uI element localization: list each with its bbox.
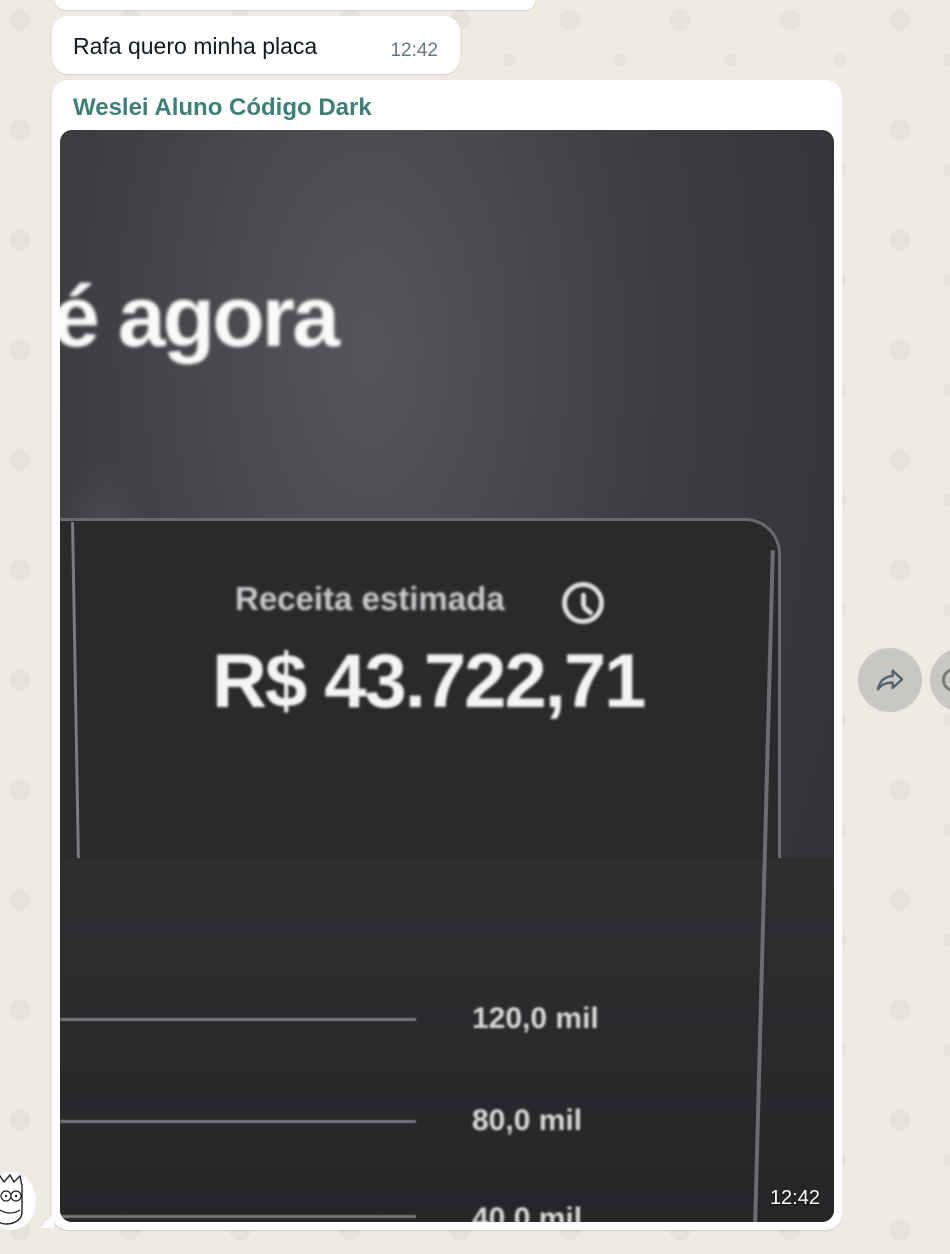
photo-tick-label: 40,0 mil	[472, 1202, 583, 1222]
forward-arrow-icon	[876, 669, 904, 691]
avatar[interactable]	[0, 1172, 36, 1230]
photo-card-value: R$ 43.722,71	[212, 639, 646, 724]
message-time: 12:42	[390, 40, 438, 61]
sender-name[interactable]: Weslei Aluno Código Dark	[73, 94, 372, 122]
photo-gridline	[60, 1215, 416, 1218]
photo-gridline	[60, 1120, 416, 1123]
forward-button[interactable]	[858, 648, 922, 712]
message-photo[interactable]: é agora Receita estimada R$ 43.722,71 12…	[60, 130, 834, 1222]
bubble-tail	[40, 1214, 54, 1228]
photo-chart-area	[60, 858, 834, 1222]
image-message-bubble[interactable]: Weslei Aluno Código Dark é agora Receita…	[52, 80, 842, 1230]
photo-time: 12:42	[769, 1187, 820, 1209]
photo-card-label: Receita estimada	[235, 580, 505, 617]
photo-tick-label: 80,0 mil	[472, 1104, 583, 1137]
reaction-button[interactable]	[930, 648, 950, 712]
message-text: Rafa quero minha placa	[73, 33, 318, 59]
photo-gridline	[60, 1018, 416, 1021]
photo-tick-label: 120,0 mil	[472, 1002, 599, 1035]
clock-icon	[562, 582, 604, 624]
previous-message-bubble[interactable]	[55, 0, 535, 10]
message-bubble[interactable]: Rafa quero minha placa 12:42	[52, 16, 460, 74]
photo-headline: é agora	[60, 269, 340, 365]
cartoon-avatar-icon	[0, 1173, 23, 1225]
